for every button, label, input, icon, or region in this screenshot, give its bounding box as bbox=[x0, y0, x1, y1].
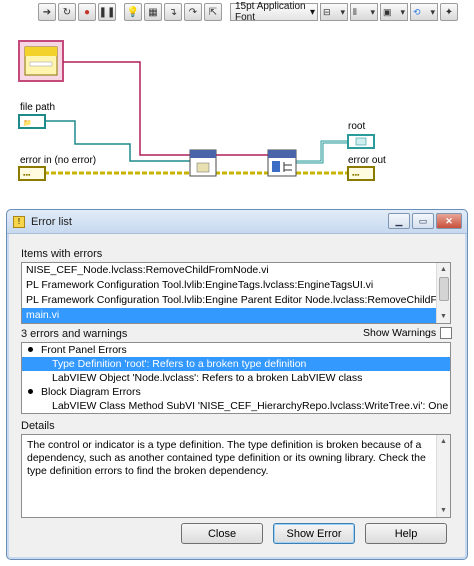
error-in-label: error in (no error) bbox=[20, 155, 97, 166]
tree-group-block-diagram[interactable]: Block Diagram Errors bbox=[22, 385, 450, 399]
cleanup-diagram-icon[interactable]: ✦ bbox=[440, 3, 458, 21]
list-item-selected[interactable]: main.vi bbox=[22, 308, 450, 323]
close-icon: ✕ bbox=[445, 215, 453, 226]
align-objects-dropdown[interactable]: ⊟ ▾ bbox=[320, 3, 348, 21]
tree-group-front-panel[interactable]: Front Panel Errors bbox=[22, 343, 450, 357]
run-arrow-icon[interactable]: ➔ bbox=[38, 3, 56, 21]
error-out-indicator[interactable]: ▪▪▪ bbox=[347, 166, 375, 181]
highlight-execution-icon[interactable]: 💡 bbox=[124, 3, 142, 21]
step-over-icon[interactable]: ↷ bbox=[184, 3, 202, 21]
chevron-down-icon: ▾ bbox=[400, 6, 405, 17]
bullet-icon bbox=[28, 389, 33, 395]
items-scrollbar[interactable]: ▲ ▼ bbox=[436, 263, 450, 323]
scroll-down-icon[interactable]: ▼ bbox=[437, 504, 450, 517]
tree-item-label: Block Diagram Errors bbox=[41, 386, 141, 398]
list-item[interactable]: NISE_CEF_Node.lvclass:RemoveChildFromNod… bbox=[22, 263, 450, 278]
scroll-thumb[interactable] bbox=[439, 277, 449, 301]
error-out-label: error out bbox=[348, 155, 386, 166]
svg-text:▪▪▪: ▪▪▪ bbox=[23, 172, 31, 179]
chevron-down-icon: ▾ bbox=[370, 6, 375, 17]
details-text-box[interactable]: The control or indicator is a type defin… bbox=[21, 434, 451, 518]
scroll-down-icon[interactable]: ▼ bbox=[437, 310, 450, 323]
maximize-button[interactable]: ▭ bbox=[412, 213, 434, 229]
abort-icon[interactable]: ● bbox=[78, 3, 96, 21]
tree-item-selected[interactable]: Type Definition 'root': Refers to a brok… bbox=[22, 357, 450, 371]
step-into-icon[interactable]: ↴ bbox=[164, 3, 182, 21]
block-diagram: 📁 ▪▪▪ ▪▪▪ file path error in (no error) … bbox=[0, 22, 474, 202]
dialog-title: Error list bbox=[31, 215, 72, 228]
resize-objects-dropdown[interactable]: ▣ ▾ bbox=[380, 3, 408, 21]
step-out-icon[interactable]: ⇱ bbox=[204, 3, 222, 21]
svg-text:▪▪▪: ▪▪▪ bbox=[352, 172, 360, 179]
scroll-up-icon[interactable]: ▲ bbox=[437, 263, 450, 276]
pause-icon[interactable]: ❚❚ bbox=[98, 3, 116, 21]
distribute-icon: ⫴ bbox=[353, 6, 357, 17]
svg-text:📁: 📁 bbox=[23, 119, 32, 127]
maximize-icon: ▭ bbox=[418, 215, 428, 226]
close-window-button[interactable]: ✕ bbox=[436, 213, 462, 229]
list-item[interactable]: PL Framework Configuration Tool.lvlib:En… bbox=[22, 293, 450, 308]
items-with-errors-label: Items with errors bbox=[21, 248, 103, 260]
run-continuously-icon[interactable]: ↻ bbox=[58, 3, 76, 21]
error-in-control[interactable]: ▪▪▪ bbox=[18, 166, 46, 181]
error-list-dialog: ! Error list ▁ ▭ ✕ Items with errors NIS… bbox=[6, 209, 468, 560]
close-button[interactable]: Close bbox=[181, 523, 263, 544]
details-scrollbar[interactable]: ▲ ▼ bbox=[436, 435, 450, 517]
help-button[interactable]: Help bbox=[365, 523, 447, 544]
class-wire[interactable] bbox=[63, 61, 190, 156]
distribute-objects-dropdown[interactable]: ⫴ ▾ bbox=[350, 3, 378, 21]
tree-item-label: Front Panel Errors bbox=[41, 344, 127, 356]
resize-icon: ▣ bbox=[383, 6, 392, 17]
errors-tree[interactable]: Front Panel Errors Type Definition 'root… bbox=[21, 342, 451, 414]
chevron-down-icon: ▾ bbox=[340, 6, 345, 17]
list-item[interactable]: PL Framework Configuration Tool.lvlib:En… bbox=[22, 278, 450, 293]
chevron-down-icon: ▾ bbox=[430, 6, 435, 17]
bullet-icon bbox=[28, 347, 33, 353]
details-label: Details bbox=[21, 420, 55, 432]
write-tree-subvi[interactable] bbox=[267, 149, 297, 177]
chevron-down-icon: ▾ bbox=[309, 6, 315, 18]
details-text: The control or indicator is a type defin… bbox=[27, 439, 426, 477]
errors-count-label: 3 errors and warnings bbox=[21, 328, 128, 340]
file-path-label: file path bbox=[20, 102, 56, 113]
reorder-icon: ⟲ bbox=[413, 6, 421, 17]
retain-wire-values-icon[interactable]: ▦ bbox=[144, 3, 162, 21]
font-dropdown-label: 15pt Application Font bbox=[235, 1, 306, 23]
tree-item[interactable]: LabVIEW Object 'Node.lvclass': Refers to… bbox=[22, 371, 450, 385]
tree-wire-core bbox=[296, 141, 348, 163]
minimize-button[interactable]: ▁ bbox=[388, 213, 410, 229]
toolbar: ➔ ↻ ● ❚❚ 💡 ▦ ↴ ↷ ⇱ 15pt Application Font… bbox=[38, 1, 458, 23]
font-dropdown[interactable]: 15pt Application Font ▾ bbox=[230, 1, 318, 23]
warning-icon: ! bbox=[13, 215, 25, 228]
show-warnings-label: Show Warnings bbox=[363, 327, 437, 339]
root-indicator[interactable] bbox=[347, 134, 375, 149]
show-warnings-checkbox[interactable] bbox=[440, 327, 453, 339]
file-path-control[interactable]: 📁 bbox=[18, 114, 46, 129]
scroll-up-icon[interactable]: ▲ bbox=[437, 435, 450, 448]
block-diagram-canvas: 📁 ▪▪▪ ▪▪▪ bbox=[18, 40, 375, 181]
align-icon: ⊟ bbox=[323, 6, 331, 17]
show-error-button[interactable]: Show Error bbox=[273, 523, 355, 544]
class-constant-node[interactable] bbox=[18, 40, 64, 82]
reorder-dropdown[interactable]: ⟲ ▾ bbox=[410, 3, 438, 21]
show-warnings-toggle[interactable]: Show Warnings bbox=[363, 327, 453, 339]
items-with-errors-list[interactable]: NISE_CEF_Node.lvclass:RemoveChildFromNod… bbox=[21, 262, 451, 324]
tree-item[interactable]: LabVIEW Class Method SubVI 'NISE_CEF_Hie… bbox=[22, 399, 450, 413]
minimize-icon: ▁ bbox=[395, 215, 403, 226]
open-file-subvi[interactable] bbox=[189, 149, 217, 177]
root-label: root bbox=[348, 121, 366, 132]
